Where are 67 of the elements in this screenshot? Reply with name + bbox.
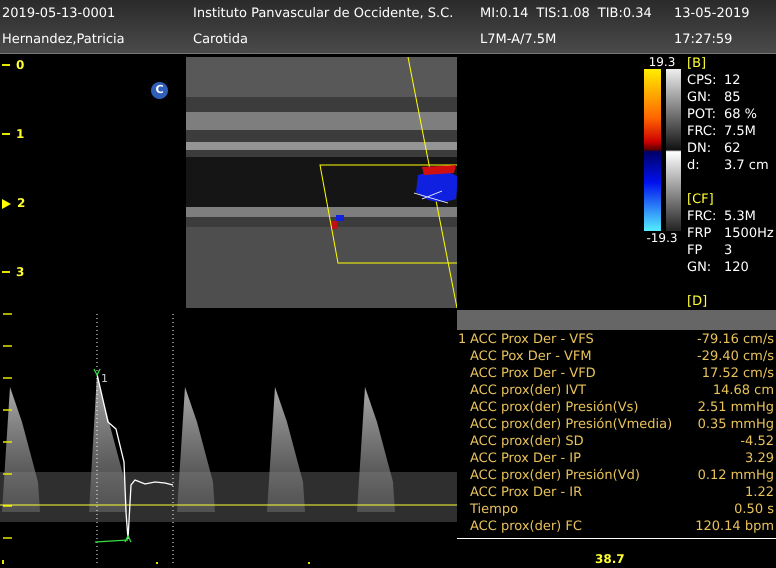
exam-time: 17:27:59	[674, 31, 734, 49]
measurement-label: ACC Pox Der - VFM	[470, 348, 592, 365]
measurement-value: -79.16 cm/s	[696, 331, 774, 348]
patient-name: Hernandez,Patricia	[2, 31, 126, 49]
measurement-value: 0.35 mmHg	[698, 416, 774, 433]
measurement-value: 14.68 cm	[712, 382, 774, 399]
depth-label: 2	[17, 195, 26, 212]
depth-label: 1	[16, 126, 24, 143]
exam-date: 13-05-2019	[674, 4, 751, 22]
exam-type: Carotida	[193, 31, 249, 49]
measurement-label: ACC Prox Der - VFS	[470, 331, 594, 348]
measurement-label: ACC Prox Der - IR	[470, 484, 582, 501]
depth-label: 3	[16, 264, 24, 281]
probe-name: L7M-A/7.5M	[480, 31, 558, 49]
mi-value: MI:0.14	[480, 4, 528, 22]
section-title: [B]	[687, 55, 708, 72]
measurement-value: 0.50 s	[734, 501, 774, 518]
param-label: FRC:	[687, 123, 718, 140]
measurement-value: -4.52	[740, 433, 774, 450]
measurement-value: 0.12 mmHg	[698, 467, 774, 484]
param-value: 3	[724, 242, 732, 259]
trace-marker: 1	[101, 371, 108, 387]
measurement-value: 17.52 cm/s	[702, 365, 774, 382]
param-value: 12	[724, 72, 741, 89]
mode-badge: C	[151, 82, 168, 99]
param-value: 85	[724, 89, 741, 106]
param-label: FRC:	[687, 208, 718, 225]
section-title: [D]	[687, 293, 708, 310]
patient-id: 2019-05-13-0001	[2, 4, 116, 22]
param-value: 3.7 cm	[724, 157, 769, 174]
measurement-value: 3.29	[745, 450, 774, 467]
tis-value: TIS:1.08	[536, 4, 590, 22]
scale-max: 19.3	[648, 55, 676, 69]
param-value: 62	[724, 140, 741, 157]
measurement-marker: 1	[458, 332, 466, 347]
depth-label: 0	[16, 57, 24, 74]
measurement-label: ACC Prox Der - IP	[470, 450, 581, 467]
measurement-label: ACC prox(der) SD	[470, 433, 584, 450]
param-label: POT:	[687, 106, 717, 123]
param-label: DN:	[687, 140, 712, 157]
measurement-label: ACC prox(der) Presión(Vmedia)	[470, 416, 672, 433]
measurement-value: 2.51 mmHg	[698, 399, 774, 416]
measurement-label: ACC prox(der) FC	[470, 518, 582, 535]
measurement-label: ACC Prox Der - VFD	[470, 365, 596, 382]
param-value: 1500Hz	[724, 225, 774, 242]
measurement-label: ACC prox(der) IVT	[470, 382, 586, 399]
param-value: 120	[724, 259, 749, 276]
tib-value: TIB:0.34	[598, 4, 652, 22]
measurement-value: 1.22	[745, 484, 774, 501]
measurement-label: Tiempo	[470, 501, 518, 518]
param-label: GN:	[687, 89, 712, 106]
param-value: 5.3M	[724, 208, 756, 225]
param-value: 68 %	[724, 106, 758, 123]
measurement-label: ACC prox(der) Presión(Vd)	[470, 467, 640, 484]
measurement-value: 120.14 bpm	[695, 518, 774, 535]
cursor-readout: 38.7	[595, 551, 626, 568]
param-value: 7.5M	[724, 123, 756, 140]
measurement-label: ACC prox(der) Presión(Vs)	[470, 399, 638, 416]
measurement-value: -29.40 cm/s	[696, 348, 774, 365]
scale-min: -19.3	[646, 231, 678, 245]
param-label: FP	[687, 242, 704, 259]
param-label: GN:	[687, 259, 712, 276]
institution-name: Instituto Panvascular de Occidente, S.C.	[193, 4, 454, 22]
param-label: FRP	[687, 225, 712, 242]
param-label: CPS:	[687, 72, 718, 89]
section-title: [CF]	[687, 191, 715, 208]
param-label: d:	[687, 157, 701, 174]
